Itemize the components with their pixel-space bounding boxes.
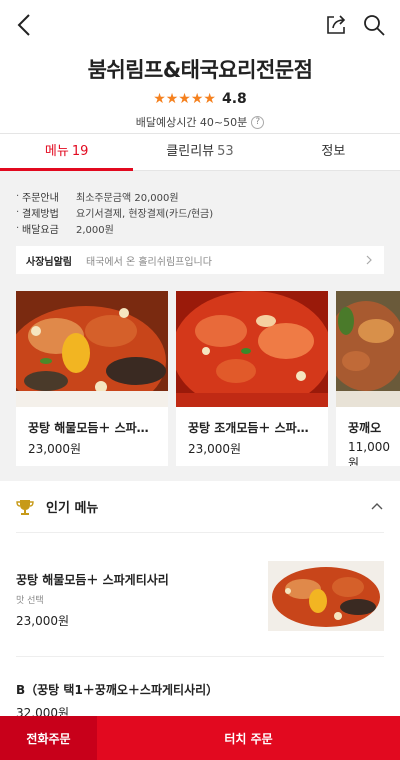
item-thumbnail (268, 561, 384, 631)
food-image (336, 291, 400, 407)
card-name: 꿍탕 해물모듬＋ 스파… (28, 421, 149, 435)
owner-notice[interactable]: 사장님알림 태국에서 온 홀리쉬림프입니다 (16, 246, 384, 274)
info-key: 주문안내 (22, 192, 59, 204)
top-bar (0, 0, 400, 50)
card-name: 꿍탕 조개모듬＋ 스파… (188, 421, 309, 435)
info-row: · 배달요금 2,000원 (16, 220, 400, 236)
tab-clean-review[interactable]: 클린리뷰 53 (133, 134, 266, 170)
menu-card[interactable]: 꿍탕 해물모듬＋ 스파… 23,000원 (16, 291, 168, 466)
rating-value: 4.8 (221, 91, 247, 107)
tab-info-label: 정보 (321, 144, 346, 159)
tab-menu-label: 메뉴 (44, 144, 69, 159)
card-price: 11,000원 (348, 440, 390, 466)
search-icon[interactable] (362, 13, 386, 37)
rating-row: ★★★★★ 4.8 (0, 90, 400, 108)
info-key: 결제방법 (22, 208, 59, 220)
popular-menu-item[interactable]: 꿍탕 해물모듬＋ 스파게티사리 맛 선택 23,000원 (16, 561, 384, 657)
share-icon[interactable] (324, 13, 348, 37)
food-image (176, 291, 328, 407)
popular-menu-title: 인기 메뉴 (46, 501, 99, 516)
tab-menu-count: 19 (71, 144, 89, 159)
popular-menu-header[interactable]: 인기 메뉴 (16, 481, 384, 533)
menu-card[interactable]: 꿍탕 조개모듬＋ 스파… 23,000원 (176, 291, 328, 466)
tab-bar: 메뉴 19 클린리뷰 53 정보 (0, 133, 400, 171)
info-row: · 주문안내 최소주문금액 20,000원 (16, 188, 400, 204)
card-name: 꿍깨오 (348, 421, 382, 435)
rating-stars: ★★★★★ (153, 91, 216, 107)
delivery-time: 배달예상시간 40~50분 (135, 116, 248, 129)
phone-order-button[interactable]: 전화주문 (0, 716, 97, 760)
notice-text: 태국에서 온 홀리쉬림프입니다 (86, 256, 212, 268)
chevron-right-icon (366, 255, 372, 265)
info-value: 최소주문금액 20,000원 (76, 192, 179, 204)
info-value: 2,000원 (76, 224, 114, 236)
menu-card[interactable]: 꿍깨오 11,000원 (336, 291, 400, 466)
touch-order-button[interactable]: 터치 주문 (97, 716, 400, 760)
info-row: · 결제방법 요기서결제, 현장결제(카드/현금) (16, 204, 400, 220)
back-arrow-icon[interactable] (12, 12, 38, 38)
menu-card-carousel: 꿍탕 해물모듬＋ 스파… 23,000원 꿍탕 조개모듬＋ 스파… 23,000… (16, 291, 400, 466)
tab-info[interactable]: 정보 (267, 134, 400, 170)
tab-review-label: 클린리뷰 (166, 144, 215, 159)
food-image (16, 291, 168, 407)
item-name: B（꿍탕 택1＋꿍깨오＋스파게티사리） (16, 683, 219, 697)
info-list: · 주문안내 최소주문금액 20,000원 · 결제방법 요기서결제, 현장결제… (0, 171, 400, 236)
delivery-info: 배달예상시간 40~50분 ? (0, 114, 400, 130)
popular-menu-section: 인기 메뉴 꿍탕 해물모듬＋ 스파게티사리 맛 선택 23,000원 B（꿍탕 … (0, 481, 400, 720)
card-price: 23,000원 (28, 442, 82, 456)
trophy-icon (16, 499, 34, 515)
store-name: 붐쉬림프&태국요리전문점 (87, 58, 313, 82)
info-key: 배달요금 (22, 224, 59, 236)
bottom-action-bar: 전화주문 터치 주문 (0, 716, 400, 760)
chevron-up-icon[interactable] (370, 500, 384, 514)
notice-label: 사장님알림 (26, 256, 72, 268)
card-price: 23,000원 (188, 442, 242, 456)
tab-menu[interactable]: 메뉴 19 (0, 134, 134, 171)
help-icon[interactable]: ? (251, 115, 265, 129)
info-value: 요기서결제, 현장결제(카드/현금) (76, 208, 214, 220)
store-info-section: · 주문안내 최소주문금액 20,000원 · 결제방법 요기서결제, 현장결제… (0, 171, 400, 481)
tab-review-count: 53 (217, 144, 234, 159)
popular-menu-item[interactable]: B（꿍탕 택1＋꿍깨오＋스파게티사리） 32,000원 (16, 681, 384, 721)
